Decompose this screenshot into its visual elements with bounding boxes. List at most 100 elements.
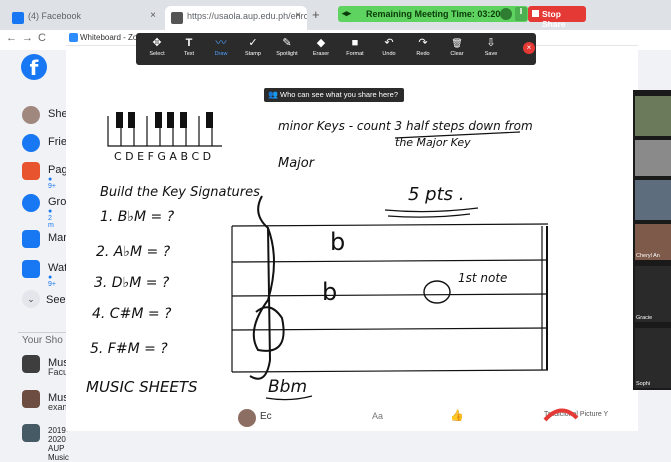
text-icon: T xyxy=(185,37,193,49)
notification-count: ● 9+ xyxy=(48,274,56,288)
friends-icon xyxy=(22,134,40,152)
tool-redo[interactable]: ↷ Redo xyxy=(408,36,438,58)
share-status-icon xyxy=(500,8,512,20)
who-can-see-banner[interactable]: 👥 Who can see what you share here? xyxy=(264,88,404,102)
forward-icon[interactable]: → xyxy=(22,32,33,44)
divider xyxy=(18,332,68,333)
participant-tile[interactable] xyxy=(635,96,671,136)
first-note-label: 1st note xyxy=(458,271,507,285)
music-group-icon xyxy=(22,355,40,373)
zoom-app-icon xyxy=(69,33,78,42)
flat-sign: b xyxy=(330,228,345,256)
tab-enroll[interactable]: https://usaola.aup.edu.ph/enroll × xyxy=(165,6,307,30)
format-icon: ■ xyxy=(351,37,359,49)
spotlight-icon: ✎ xyxy=(282,37,292,49)
clear-icon: 🗑 xyxy=(451,38,463,48)
participant-tile[interactable]: Cheryl An xyxy=(635,224,671,260)
sidebar-item-label: Pag xyxy=(48,164,68,176)
tab-label: https://usaola.aup.edu.ph/enroll xyxy=(187,11,307,21)
music-staff xyxy=(231,223,549,373)
music-group-icon xyxy=(22,390,40,408)
music-group-icon xyxy=(22,424,40,442)
draw-icon: 〰 xyxy=(215,37,227,49)
eraser-icon: ◆ xyxy=(316,37,326,49)
see-more-link[interactable]: See xyxy=(46,294,66,306)
drag-handle-icon[interactable]: ◂▸ xyxy=(342,8,351,19)
select-icon: ✥ xyxy=(152,37,162,49)
reload-icon[interactable]: C xyxy=(38,32,46,44)
facebook-sidebar: f Sher Frien Pag ● 9+ Grou ● 2 m Mar Wat… xyxy=(0,50,73,462)
shortcuts-heading: Your Sho xyxy=(22,335,63,346)
participant-name: Cheryl An xyxy=(636,253,660,259)
participant-tile[interactable] xyxy=(635,180,671,220)
tab-label: (4) Facebook xyxy=(28,11,82,21)
tool-label: Text xyxy=(183,51,195,57)
participant-tile[interactable] xyxy=(635,140,671,176)
tool-label: Redo xyxy=(416,51,430,57)
tool-save[interactable]: ⇩ Save xyxy=(476,36,506,58)
back-icon[interactable]: ← xyxy=(6,32,17,44)
composer-name: Ec xyxy=(260,411,272,422)
keyboard-letters: C D E F G A B C D xyxy=(114,150,211,163)
stop-icon xyxy=(532,10,539,17)
stop-share-label: Stop Share xyxy=(542,9,566,29)
bbm-label: Bbm xyxy=(268,377,307,397)
points-underline xyxy=(384,207,479,213)
tab-facebook[interactable]: (4) Facebook × xyxy=(6,6,162,30)
exercise-3: 3. D♭M = ? xyxy=(94,275,170,291)
treble-clef xyxy=(249,195,285,380)
who-can-see-label: Who can see what you share here? xyxy=(280,90,398,99)
tool-clear[interactable]: 🗑 Clear xyxy=(442,36,472,58)
tool-label: Save xyxy=(484,51,498,57)
close-icon[interactable]: × xyxy=(523,42,535,54)
new-tab-button[interactable]: + xyxy=(312,7,320,22)
tool-draw[interactable]: 〰 Draw xyxy=(206,36,236,58)
tool-text[interactable]: T Text xyxy=(174,36,204,58)
tool-spotlight[interactable]: ✎ Spotlight xyxy=(272,36,302,58)
exercise-list: 1. B♭M = ? 2. A♭M = ? 3. D♭M = ? 4. C#M … xyxy=(90,209,175,357)
participant-strip: Cheryl An Gracie Sophi xyxy=(633,90,671,390)
tool-label: Spotlight xyxy=(276,51,298,57)
browser-tab-bar: (4) Facebook × https://usaola.aup.edu.ph… xyxy=(0,0,671,30)
participant-name: Sophi xyxy=(636,381,651,387)
avatar xyxy=(238,409,256,427)
text-format-button[interactable]: Aa xyxy=(372,411,383,421)
tool-label: Select xyxy=(149,51,165,57)
close-icon[interactable]: × xyxy=(295,10,301,21)
tool-select[interactable]: ✥ Select xyxy=(142,36,172,58)
people-icon: 👥 xyxy=(268,90,278,99)
whole-note xyxy=(423,280,451,304)
tool-format[interactable]: ■ Format xyxy=(340,36,370,58)
flat-sign: b xyxy=(322,278,337,306)
avatar-icon xyxy=(22,106,40,124)
participant-tile[interactable]: Sophi xyxy=(635,328,671,388)
notification-count: ● 2 m xyxy=(48,208,54,229)
red-swoosh-logo-icon xyxy=(543,408,579,422)
chevron-down-icon[interactable]: ⌄ xyxy=(22,290,40,308)
shortcut-label: 2019-2020 AUP Music xyxy=(48,426,69,462)
whiteboard-canvas[interactable]: C D E F G A B C D minor Keys - count 3 h… xyxy=(66,104,638,414)
shortcut-sub: Facu xyxy=(48,367,69,377)
build-key-signatures: Build the Key Signatures xyxy=(100,185,260,200)
tool-stamp[interactable]: ✓ Stamp xyxy=(238,36,268,58)
keyboard-sketch xyxy=(107,116,222,147)
watch-icon xyxy=(22,260,40,278)
pages-flag-icon xyxy=(22,162,40,180)
tool-eraser[interactable]: ◆ Eraser xyxy=(306,36,336,58)
participant-tile[interactable]: Gracie xyxy=(635,266,671,322)
stamp-icon: ✓ xyxy=(248,37,258,49)
pause-share-button[interactable]: ‖ xyxy=(515,7,527,21)
marketplace-icon xyxy=(22,230,40,248)
tool-label: Format xyxy=(346,51,364,57)
tool-label: Undo xyxy=(382,51,396,57)
notification-count: ● 9+ xyxy=(48,176,56,190)
facebook-logo-icon[interactable]: f xyxy=(21,54,47,80)
save-icon: ⇩ xyxy=(486,37,496,49)
like-icon[interactable]: 👍 xyxy=(450,409,464,422)
tool-label: Draw xyxy=(214,51,228,57)
tool-undo[interactable]: ↶ Undo xyxy=(374,36,404,58)
stop-share-button[interactable]: Stop Share xyxy=(528,6,586,29)
exercise-2: 2. A♭M = ? xyxy=(96,244,171,260)
close-icon[interactable]: × xyxy=(150,10,156,21)
remaining-meeting-time: Remaining Meeting Time: 03:20 xyxy=(366,9,501,19)
